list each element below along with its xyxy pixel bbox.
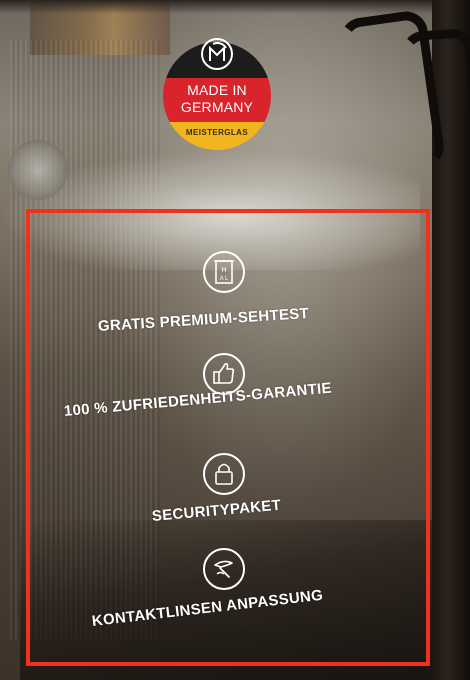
sticker-meisterglas: MEISTERGLAS bbox=[185, 128, 249, 137]
contact-lens-icon bbox=[203, 548, 245, 590]
door-handle-rear bbox=[400, 27, 470, 171]
padlock-icon bbox=[203, 453, 245, 495]
sticker-made-in: MADE IN bbox=[187, 82, 247, 98]
sticker-germany: GERMANY bbox=[180, 99, 254, 115]
reflected-car-wheel bbox=[8, 140, 68, 200]
svg-text:H: H bbox=[221, 267, 226, 274]
svg-text:A L: A L bbox=[220, 276, 229, 282]
made-in-germany-sticker: MADE IN GERMANY MEISTERGLAS bbox=[163, 30, 271, 162]
glasses-test-icon: H A L bbox=[203, 251, 245, 293]
gm-logo-icon bbox=[201, 38, 233, 70]
